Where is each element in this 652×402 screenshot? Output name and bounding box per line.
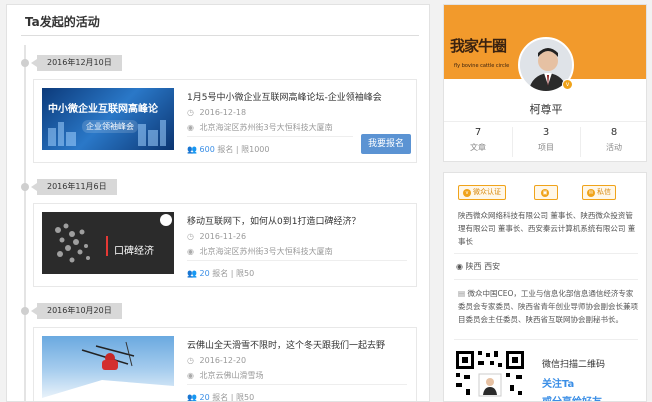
event-title[interactable]: 云佛山全天滑雪不限时，这个冬天跟我们一起去野 — [187, 338, 385, 351]
stat-suffix: 报名 | 限50 — [212, 393, 255, 402]
event-location: ◉ 北京海淀区苏州街3号大恒科技大厦南 — [187, 246, 333, 257]
info-divider — [454, 339, 638, 340]
stat-value: 7 — [474, 127, 482, 138]
message-label: 私信 — [597, 188, 611, 196]
timeline-dot — [21, 307, 29, 315]
location-pin-icon: ◉ — [187, 371, 194, 380]
message-button[interactable]: ✉ 私信 — [582, 185, 616, 200]
stat-articles[interactable]: 7 文章 — [444, 127, 512, 153]
mail-icon: ✉ — [587, 189, 595, 197]
banner-tagline: fly bovine cattle circle — [454, 63, 510, 69]
verified-badge-icon: v — [562, 79, 573, 90]
event-date-tag: 2016年12月10日 — [31, 55, 122, 71]
event-card[interactable]: 云佛山全天滑雪不限时，这个冬天跟我们一起去野 ◷ 2016-12-20 ◉ 北京… — [33, 327, 417, 402]
info-card: v 微众认证 ▣ ✉ 私信 陕西微众网络科技有限公司 董事长、陕西微众投资管理有限公… — [443, 172, 647, 402]
registered-count: 20 — [199, 393, 210, 402]
event-divider — [187, 384, 407, 385]
stat-value: 8 — [610, 127, 618, 138]
id-card-icon: ▣ — [541, 189, 549, 197]
thumbnail-headline: 口碑经济 — [114, 246, 154, 257]
identity-card-badge[interactable]: ▣ — [534, 185, 558, 200]
location-pin-icon: ◉ — [187, 123, 194, 132]
event-location-text: 北京海淀区苏州街3号大恒科技大厦南 — [199, 247, 333, 256]
event-stats: 👥 20 报名 | 限50 — [187, 268, 254, 279]
event-title[interactable]: 移动互联网下，如何从0到1打造口碑经济？ — [187, 214, 360, 227]
event-location-text: 北京云佛山滑雪场 — [199, 371, 264, 380]
info-divider — [454, 279, 638, 280]
verified-label: 微众认证 — [473, 188, 501, 196]
panel-title: Ta发起的活动 — [25, 15, 100, 29]
timeline-dot — [21, 59, 29, 67]
stat-label: 项目 — [538, 143, 554, 152]
location-text: 陕西 西安 — [465, 262, 501, 271]
event-time: ◷ 2016-12-20 — [187, 356, 246, 365]
share-link[interactable]: 或分享给好友 — [542, 393, 602, 401]
event-divider — [187, 136, 353, 137]
location-pin-icon: ◉ — [187, 247, 194, 256]
event-card[interactable]: 中小微企业互联网高峰论 企业领袖峰会 1月5号中小微企业互联网高峰论坛-企业领袖… — [33, 79, 417, 163]
event-stats: 👥 20 报名 | 限50 — [187, 392, 255, 402]
event-thumbnail[interactable] — [42, 336, 174, 398]
title-divider — [21, 35, 419, 36]
thumbnail-headline: 中小微企业互联网高峰论 — [48, 104, 158, 115]
qr-code-icon — [454, 349, 526, 401]
people-icon: 👥 — [187, 145, 197, 154]
event-divider — [187, 260, 407, 261]
event-card[interactable]: 口碑经济 移动互联网下，如何从0到1打造口碑经济？ ◷ 2016-11-26 ◉… — [33, 203, 417, 287]
stat-label: 文章 — [470, 143, 486, 152]
banner-logo: 我家牛圈 — [450, 37, 507, 55]
event-location: ◉ 北京云佛山滑雪场 — [187, 370, 264, 381]
skier-graphic — [42, 341, 174, 398]
hand-icons-graphic — [55, 214, 172, 263]
stat-value: 3 — [542, 127, 550, 138]
bio-text: 微众中国CEO，工业与信息化部信息通信经济专家委员会专家委员、陕西省青年创业导师… — [458, 289, 638, 324]
profile-card: 我家牛圈 fly bovine cattle circle v 柯尊平 7 文章… — [443, 4, 647, 162]
thumbnail-subline: 企业领袖峰会 — [82, 120, 138, 133]
city-skyline-graphic — [48, 120, 166, 146]
activities-panel: Ta发起的活动 2016年12月10日 中小微企业互联网高峰论 企业领袖峰会 1… — [6, 4, 430, 402]
event-time-text: 2016-11-26 — [199, 232, 247, 241]
clock-icon: ◷ — [187, 356, 194, 365]
stat-suffix: 报名 | 限1000 — [217, 145, 270, 154]
registered-count: 600 — [199, 145, 215, 154]
people-icon: 👥 — [187, 269, 197, 278]
location: ◉ 陕西 西安 — [456, 261, 500, 272]
stat-label: 活动 — [606, 143, 622, 152]
timeline-dot — [21, 183, 29, 191]
stat-suffix: 报名 | 限50 — [212, 269, 255, 278]
qr-code — [454, 349, 526, 401]
profile-divider — [444, 121, 646, 122]
follow-link[interactable]: 关注Ta — [542, 375, 574, 390]
event-stats: 👥 600 报名 | 限1000 — [187, 144, 269, 155]
event-thumbnail[interactable]: 口碑经济 — [42, 212, 174, 274]
event-title[interactable]: 1月5号中小微企业互联网高峰论坛-企业领袖峰会 — [187, 90, 382, 103]
signup-button[interactable]: 我要报名 — [361, 134, 411, 154]
bio: ▤ 微众中国CEO，工业与信息化部信息通信经济专家委员会专家委员、陕西省青年创业… — [458, 287, 638, 326]
event-time: ◷ 2016-12-18 — [187, 108, 246, 117]
profile-name: 柯尊平 — [529, 103, 563, 116]
event-time-text: 2016-12-20 — [199, 356, 247, 365]
verified-badge[interactable]: v 微众认证 — [458, 185, 506, 200]
event-thumbnail[interactable]: 中小微企业互联网高峰论 企业领袖峰会 — [42, 88, 174, 150]
info-divider — [454, 253, 638, 254]
timeline-line — [24, 45, 26, 401]
company-positions: 陕西微众网络科技有限公司 董事长、陕西微众投资管理有限公司 董事长、西安秦云计算… — [458, 211, 636, 246]
event-location-text: 北京海淀区苏州街3号大恒科技大厦南 — [199, 123, 333, 132]
event-location: ◉ 北京海淀区苏州街3号大恒科技大厦南 — [187, 122, 333, 133]
stat-activities[interactable]: 8 活动 — [580, 127, 646, 153]
clock-icon: ◷ — [187, 232, 194, 241]
location-pin-icon: ◉ — [456, 262, 463, 271]
people-icon: 👥 — [187, 393, 197, 402]
clock-icon: ◷ — [187, 108, 194, 117]
event-date-tag: 2016年11月6日 — [31, 179, 117, 195]
event-time-text: 2016-12-18 — [199, 108, 247, 117]
qr-title: 微信扫描二维码 — [542, 360, 606, 370]
event-date-tag: 2016年10月20日 — [31, 303, 122, 319]
verified-icon: v — [463, 189, 471, 197]
event-time: ◷ 2016-11-26 — [187, 232, 246, 241]
stat-projects[interactable]: 3 项目 — [512, 127, 580, 153]
registered-count: 20 — [199, 269, 210, 278]
